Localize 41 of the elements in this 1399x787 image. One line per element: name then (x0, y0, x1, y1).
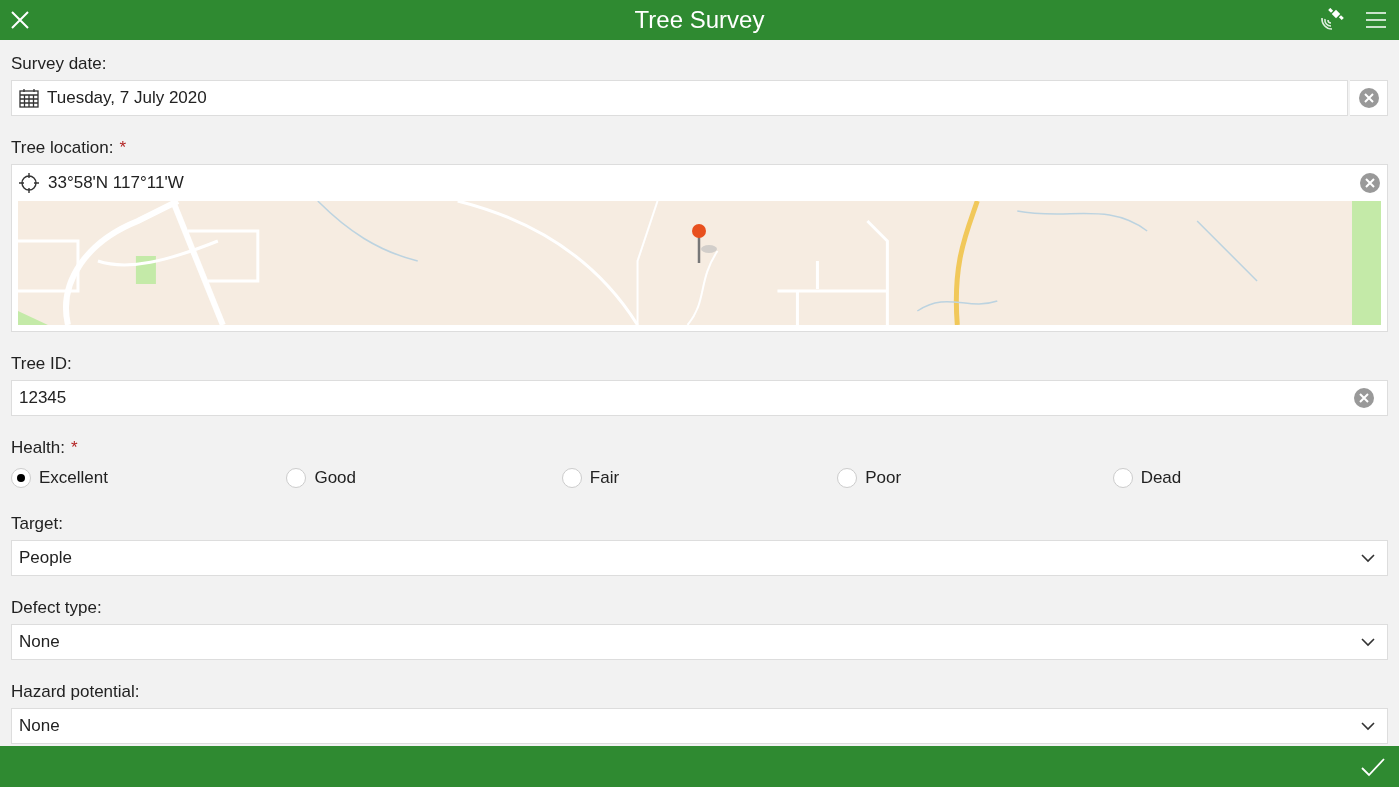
radio-label: Excellent (39, 468, 108, 488)
map-pin-icon (691, 223, 719, 265)
dropdown[interactable]: None (11, 624, 1388, 660)
field-label: Survey date: (11, 54, 107, 74)
chevron-icon (1361, 553, 1375, 563)
clear-icon[interactable] (1353, 387, 1375, 409)
field-label: Defect type: (11, 598, 102, 618)
field-label: Target: (11, 514, 63, 534)
location-field[interactable]: 33°58'N 117°11'W (11, 164, 1388, 332)
coordinates-text: 33°58'N 117°11'W (48, 173, 184, 193)
radio-label: Fair (589, 468, 620, 488)
field-label: Hazard potential: (11, 682, 140, 702)
field-label: Health: (11, 438, 65, 458)
input-field[interactable]: 12345 (11, 380, 1388, 416)
dropdown[interactable]: People (11, 540, 1388, 576)
radio-button[interactable] (1112, 468, 1133, 488)
required-mark: * (70, 438, 78, 458)
clear-icon (1357, 87, 1380, 109)
calendar-icon (19, 88, 39, 108)
window-title: Tree Survey (634, 6, 765, 34)
satellite-icon[interactable] (1319, 8, 1345, 32)
dropdown[interactable]: None (11, 708, 1388, 744)
radio-button[interactable] (837, 468, 858, 488)
required-mark: * (119, 138, 126, 158)
chevron-icon (1361, 721, 1375, 731)
close-icon[interactable] (10, 10, 30, 30)
checkmark-icon[interactable] (1361, 756, 1385, 777)
radio-label: Poor (865, 468, 902, 488)
chevron-icon (1361, 637, 1375, 647)
radio-label: Good (314, 468, 356, 488)
radio-button[interactable] (561, 468, 582, 488)
clear-button[interactable] (1350, 80, 1388, 116)
crosshair-icon (18, 172, 40, 194)
radio-button[interactable] (11, 468, 31, 488)
menu-icon[interactable] (1365, 11, 1387, 29)
clear-icon[interactable] (1359, 172, 1381, 194)
radio-button[interactable] (286, 468, 307, 488)
radio-label: Dead (1140, 468, 1182, 488)
field-label: Tree ID: (11, 354, 72, 374)
date-field[interactable]: Tuesday, 7 July 2020 (11, 80, 1348, 116)
field-label: Tree location: (11, 138, 114, 158)
